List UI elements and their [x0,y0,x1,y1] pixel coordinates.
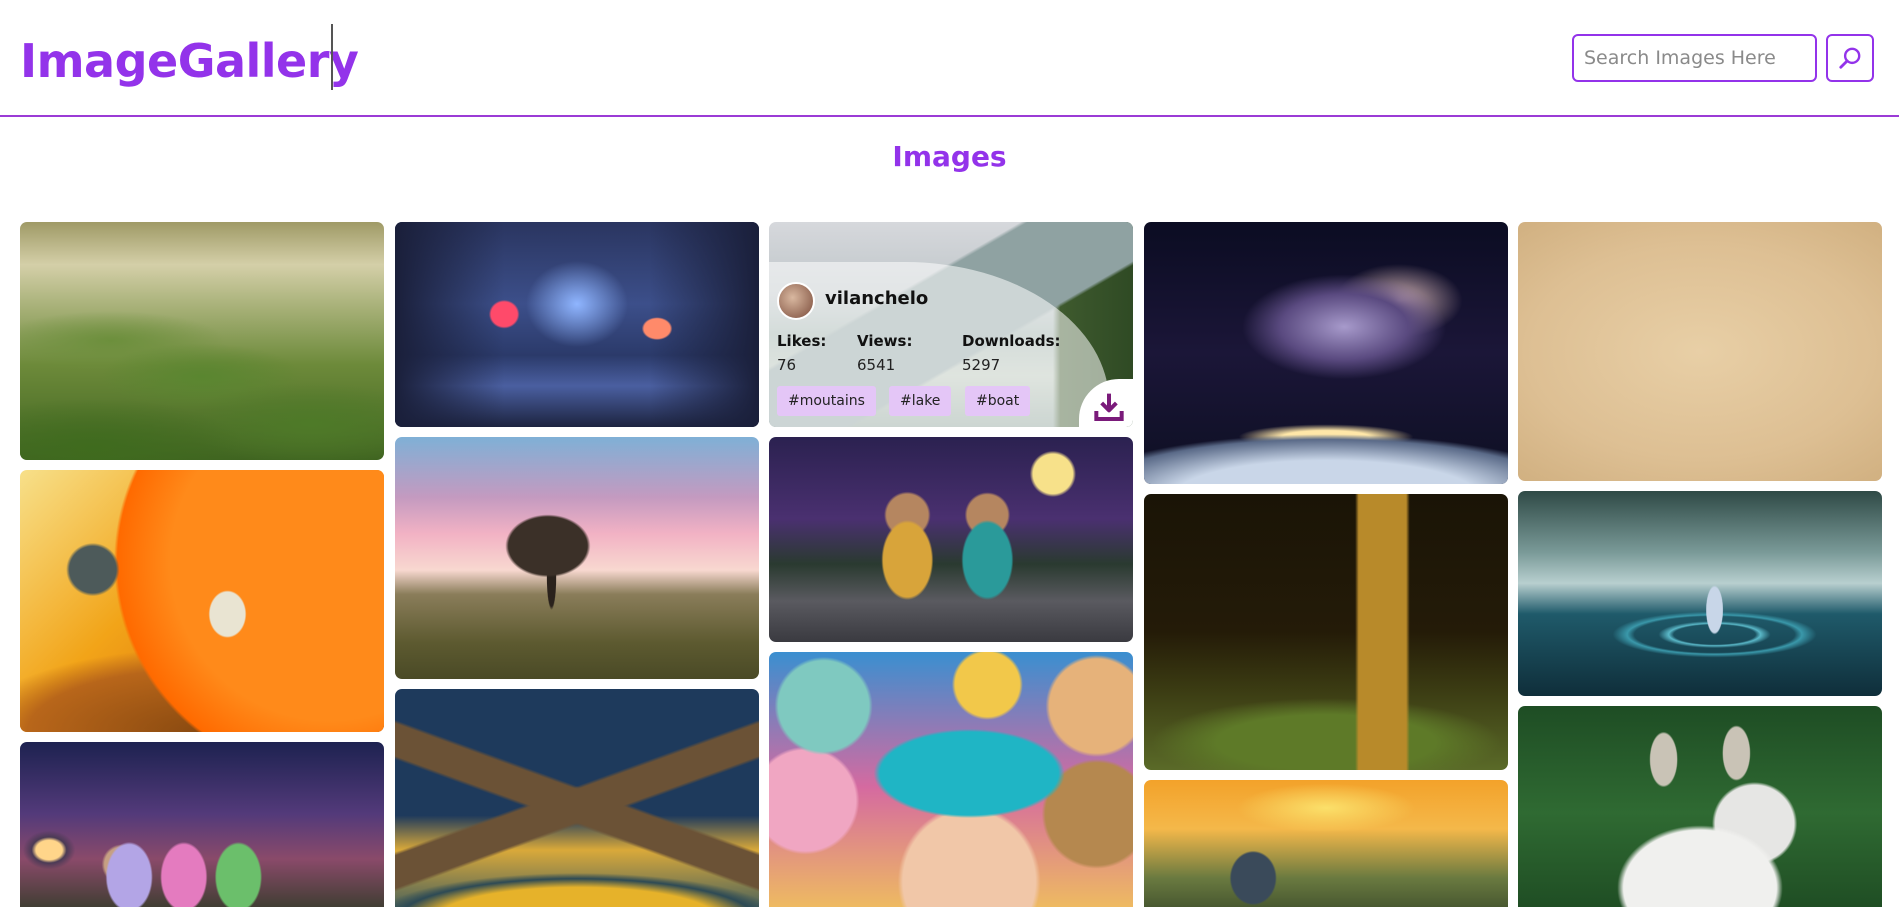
image-card-astronaut[interactable] [20,470,384,732]
avatar [777,282,815,320]
gallery-image [769,437,1133,642]
image-card-galaxy[interactable] [1144,222,1508,484]
gallery-image [769,652,1133,907]
views-label: Views: [857,332,913,350]
likes-count: 76 [777,356,797,374]
image-card-lone-tree[interactable] [395,437,759,679]
text-cursor [331,24,333,90]
gallery-image [395,689,759,907]
gallery-image [395,222,759,427]
gallery-image [20,742,384,907]
downloads-label: Downloads: [962,332,1061,350]
search-button[interactable] [1826,34,1874,82]
image-card-woman-lake[interactable] [1518,491,1882,696]
gallery-image [20,222,384,460]
section-title: Images [892,140,1007,173]
gallery-image [1518,222,1882,481]
image-card-teddy-bears-house[interactable] [20,742,384,907]
tag-boat[interactable]: #boat [965,386,1031,416]
gallery-image [395,437,759,679]
image-card-misty-hills[interactable] [20,222,384,460]
image-card-mountain-lake-hovered[interactable]: vilanchelo Likes: Views: Downloads: 76 6… [769,222,1133,427]
search-icon [1839,47,1861,69]
top-header: ImageGallery [0,0,1899,117]
tag-lake[interactable]: #lake [889,386,952,416]
likes-label: Likes: [777,332,827,350]
gallery-image [1518,491,1882,696]
search-input[interactable] [1572,34,1817,82]
download-icon [1094,393,1124,421]
image-card-mountain-night[interactable] [395,689,759,907]
app-logo[interactable]: ImageGallery [20,28,359,94]
gallery-image [1518,706,1882,907]
views-count: 6541 [857,356,896,374]
gallery-image [1144,780,1508,907]
image-card-parchment[interactable] [1518,222,1882,481]
image-card-door-field[interactable] [1144,494,1508,770]
gallery-image [1144,222,1508,484]
image-card-fishing-sunset[interactable] [1144,780,1508,907]
downloads-count: 5297 [962,356,1001,374]
image-card-goat[interactable] [1518,706,1882,907]
image-card-neon-city[interactable] [395,222,759,427]
gallery-image [1144,494,1508,770]
tag-moutains[interactable]: #moutains [777,386,876,416]
image-card-teddy-bears-moon[interactable] [769,437,1133,642]
gallery-image [20,470,384,732]
username[interactable]: vilanchelo [825,288,928,309]
image-card-woman-teddy-bears[interactable] [769,652,1133,907]
